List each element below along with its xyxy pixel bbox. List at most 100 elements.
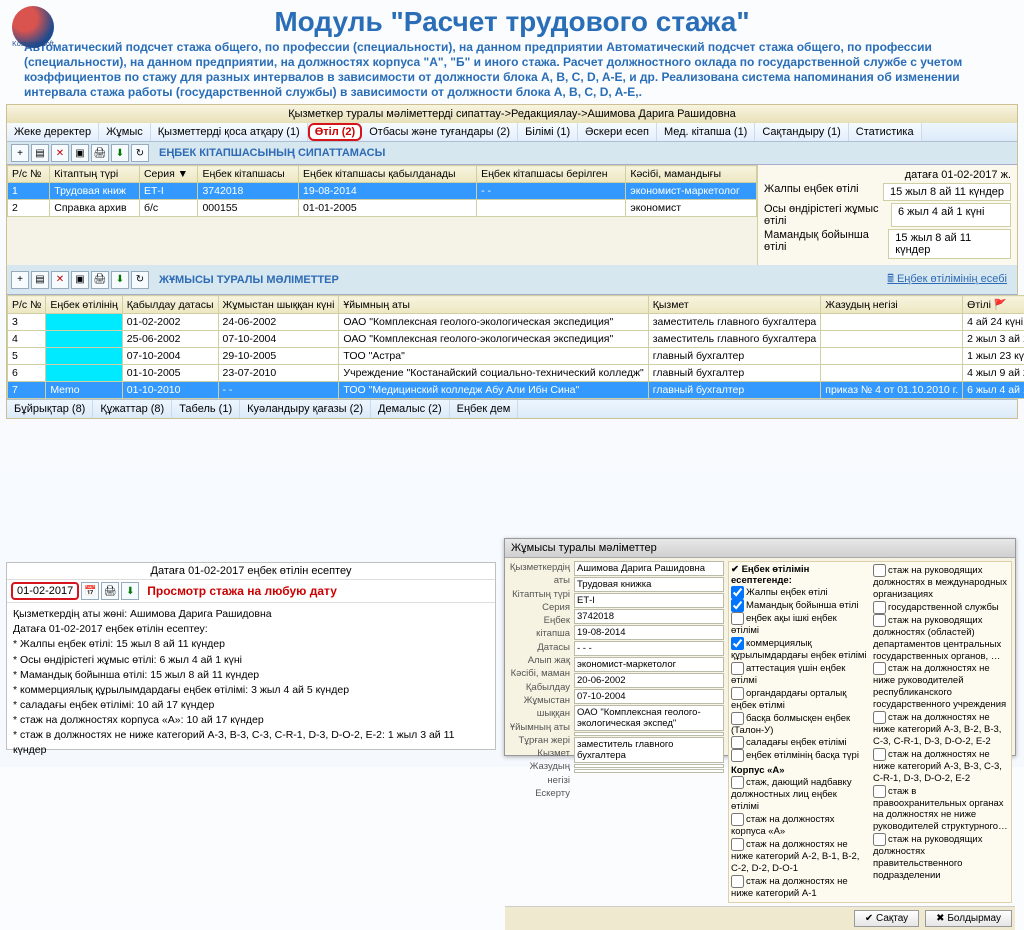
date-input[interactable]: 01-02-2017 bbox=[11, 582, 79, 600]
column-header[interactable]: Р/с № bbox=[8, 166, 50, 183]
bottom-tab[interactable]: Еңбек дем bbox=[450, 400, 519, 418]
report-body: Қызметкердің аты жөні: Ашимова Дарига Ра… bbox=[7, 603, 495, 761]
checkbox-option[interactable]: еңбек ақы ішкі еңбек өтілімі bbox=[731, 612, 867, 637]
export-icon[interactable]: ⬇ bbox=[111, 144, 129, 162]
checkbox-option[interactable]: стаж на должностях не ниже руководителей… bbox=[873, 662, 1009, 711]
column-header[interactable]: Кітаптың түрі bbox=[50, 166, 140, 183]
checkbox-option[interactable]: саладағы еңбек өтілімі bbox=[731, 736, 867, 749]
report-line: Датаға 01-02-2017 еңбек өтілін есептеу: bbox=[13, 622, 489, 636]
checkbox-option[interactable]: стаж на должностях не ниже категорий А-3… bbox=[873, 748, 1009, 785]
tab-5[interactable]: Білімі (1) bbox=[518, 123, 578, 141]
save-button[interactable]: ✔ Сақтау bbox=[854, 910, 919, 927]
copy-icon[interactable]: ▣ bbox=[71, 271, 89, 289]
checkbox-option[interactable]: аттестация үшін еңбек өтілмі bbox=[731, 662, 867, 687]
bottom-tabs: Бұйрықтар (8)Құжаттар (8)Табель (1)Куәла… bbox=[7, 399, 1017, 418]
field-input[interactable]: ОАО "Комплексная геолого-экологическая э… bbox=[574, 705, 724, 731]
cancel-button[interactable]: ✖ Болдырмау bbox=[925, 910, 1012, 927]
checkbox-option[interactable]: государственной службы bbox=[873, 601, 1009, 614]
field-input[interactable] bbox=[574, 769, 724, 773]
tab-8[interactable]: Сақтандыру (1) bbox=[755, 123, 848, 141]
checkbox-option[interactable]: органдардағы орталық еңбек өтілмі bbox=[731, 687, 867, 712]
field-input[interactable]: 07-10-2004 bbox=[574, 689, 724, 704]
column-header[interactable]: Еңбек кітапшасы берілген bbox=[477, 166, 626, 183]
checkbox-option[interactable]: стаж, дающий надбавку должностных лиц ең… bbox=[731, 776, 867, 813]
bottom-tab[interactable]: Құжаттар (8) bbox=[93, 400, 172, 418]
bottom-tab[interactable]: Бұйрықтар (8) bbox=[7, 400, 93, 418]
edit-icon[interactable]: ▤ bbox=[31, 271, 49, 289]
checkbox-option[interactable]: стаж в правоохранительных органах на дол… bbox=[873, 785, 1009, 834]
column-header[interactable]: Ұйымның аты bbox=[339, 296, 648, 314]
delete-icon[interactable]: ✕ bbox=[51, 144, 69, 162]
column-header[interactable]: Еңбек кітапшасы bbox=[198, 166, 299, 183]
calendar-icon[interactable]: 📅 bbox=[81, 582, 99, 600]
export-icon[interactable]: ⬇ bbox=[121, 582, 139, 600]
experience-report-window: Датаға 01-02-2017 еңбек өтілін есептеу 0… bbox=[6, 562, 496, 750]
checkbox-option[interactable]: стаж на руководящих должностях в междуна… bbox=[873, 564, 1009, 601]
add-icon[interactable]: + bbox=[11, 271, 29, 289]
field-input[interactable]: 3742018 bbox=[574, 609, 724, 624]
copy-icon[interactable]: ▣ bbox=[71, 144, 89, 162]
field-input[interactable]: Ашимова Дарига Рашидовна bbox=[574, 561, 724, 576]
refresh-icon[interactable]: ↻ bbox=[131, 271, 149, 289]
bottom-tab[interactable]: Куәландыру қағазы (2) bbox=[240, 400, 371, 418]
table-row[interactable]: 1Трудовая книжЕТ-І374201819-08-2014- -эк… bbox=[8, 183, 757, 200]
tab-6[interactable]: Әскери есеп bbox=[578, 123, 657, 141]
delete-icon[interactable]: ✕ bbox=[51, 271, 69, 289]
checkbox-option[interactable]: еңбек өтілмінің басқа түрі bbox=[731, 749, 867, 762]
column-header[interactable]: Р/с № bbox=[8, 296, 46, 314]
tab-9[interactable]: Статистика bbox=[849, 123, 922, 141]
checkbox-option[interactable]: стаж на руководящих должностях (областей… bbox=[873, 614, 1009, 663]
field-input[interactable]: заместитель главного бухгалтера bbox=[574, 737, 724, 763]
checkbox-option[interactable]: стаж на должностях не ниже категорий А-3… bbox=[873, 711, 1009, 748]
tab-4[interactable]: Отбасы және туғандары (2) bbox=[362, 123, 518, 141]
edit-icon[interactable]: ▤ bbox=[31, 144, 49, 162]
tab-2[interactable]: Қызметтерді қоса атқару (1) bbox=[151, 123, 308, 141]
bottom-tab[interactable]: Табель (1) bbox=[172, 400, 240, 418]
refresh-icon[interactable]: ↻ bbox=[131, 144, 149, 162]
tab-3[interactable]: Өтіл (2) bbox=[308, 123, 363, 141]
column-header[interactable]: Қабылдау датасы bbox=[122, 296, 218, 314]
column-header[interactable]: Қызмет bbox=[648, 296, 821, 314]
checkbox-option[interactable]: стаж на должностях не ниже категорий А-2… bbox=[731, 838, 867, 875]
print-icon[interactable]: 🖨 bbox=[91, 271, 109, 289]
table-row[interactable]: 507-10-200429-10-2005ТОО "Астра"главный … bbox=[8, 348, 1024, 365]
print-icon[interactable]: 🖨 bbox=[91, 144, 109, 162]
checkbox-option[interactable]: коммерциялық құрылымдардағы еңбек өтілім… bbox=[731, 637, 867, 662]
bottom-tab[interactable]: Демалыс (2) bbox=[371, 400, 450, 418]
tab-1[interactable]: Жұмыс bbox=[99, 123, 151, 141]
checkbox-option[interactable]: стаж на должностях не ниже категорий А-1 bbox=[731, 875, 867, 900]
table-row[interactable]: 301-02-200224-06-2002ОАО "Комплексная ге… bbox=[8, 314, 1024, 331]
column-header[interactable]: Еңбек кітапшасы қабылданады bbox=[299, 166, 477, 183]
field-input[interactable]: 20-06-2002 bbox=[574, 673, 724, 688]
add-icon[interactable]: + bbox=[11, 144, 29, 162]
column-header[interactable]: Серия ▼ bbox=[139, 166, 198, 183]
tab-0[interactable]: Жеке деректер bbox=[7, 123, 99, 141]
checkbox-option[interactable]: стаж на должностях корпуса «А» bbox=[731, 813, 867, 838]
checkbox-option[interactable]: Мамандық бойынша өтілі bbox=[731, 599, 867, 612]
table-row[interactable]: 7Memo01-10-2010- -ТОО "Медицинский колле… bbox=[8, 382, 1024, 399]
field-input[interactable] bbox=[574, 732, 724, 736]
column-header[interactable]: Еңбек өтілінің bbox=[46, 296, 122, 314]
print-icon[interactable]: 🖨 bbox=[101, 582, 119, 600]
column-header[interactable]: Кәсібі, мамандығы bbox=[626, 166, 757, 183]
calc-experience-link[interactable]: 🖩 Еңбек өтілімінің есебі bbox=[881, 267, 1013, 292]
column-header[interactable]: Жазудың негізі bbox=[821, 296, 963, 314]
column-header[interactable]: Жұмыстан шыққан күні bbox=[218, 296, 339, 314]
table-row[interactable]: 2Справка архивб/с00015501-01-2005экономи… bbox=[8, 200, 757, 217]
field-input[interactable]: ЕТ-І bbox=[574, 593, 724, 608]
app-window: Қызметкер туралы мәліметтерді сипаттау->… bbox=[6, 104, 1018, 419]
field-input[interactable]: экономист-маркетолог bbox=[574, 657, 724, 672]
checkbox-option[interactable]: стаж на руководящих должностях правитель… bbox=[873, 833, 1009, 882]
field-input[interactable] bbox=[574, 764, 724, 768]
column-header[interactable]: Өтілі 🚩 bbox=[963, 296, 1024, 314]
checkbox-option[interactable]: Жалпы еңбек өтілі bbox=[731, 586, 867, 599]
field-input[interactable]: 19-08-2014 bbox=[574, 625, 724, 640]
field-label: Серия bbox=[508, 601, 570, 614]
table-row[interactable]: 601-10-200523-07-2010Учреждение "Костана… bbox=[8, 365, 1024, 382]
export-icon[interactable]: ⬇ bbox=[111, 271, 129, 289]
table-row[interactable]: 425-06-200207-10-2004ОАО "Комплексная ге… bbox=[8, 331, 1024, 348]
checkbox-option[interactable]: басқа болмысқен еңбек (Талон-У) bbox=[731, 712, 867, 737]
field-input[interactable]: Трудовая книжка bbox=[574, 577, 724, 592]
field-input[interactable]: - - - bbox=[574, 641, 724, 656]
tab-7[interactable]: Мед. кітапша (1) bbox=[657, 123, 755, 141]
